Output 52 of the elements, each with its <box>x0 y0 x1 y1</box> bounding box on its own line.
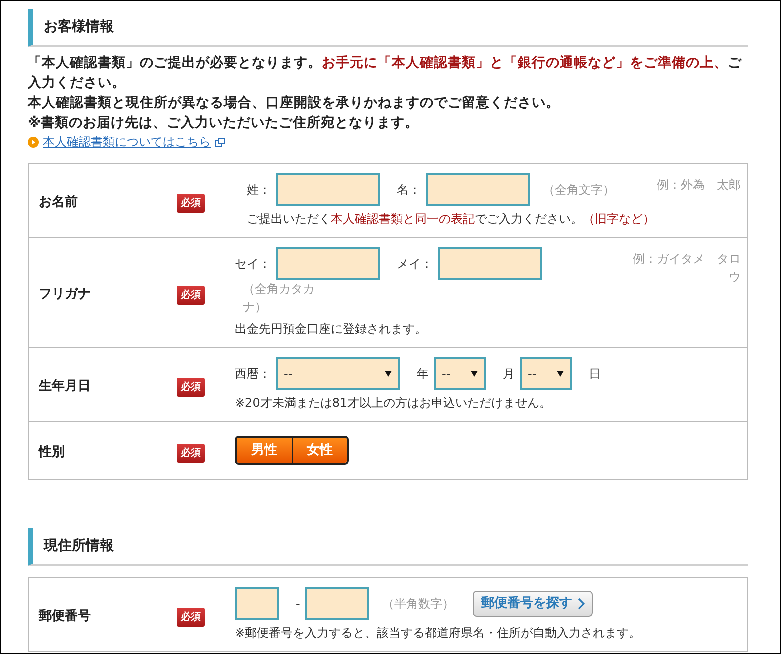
required-badge: 必須 <box>177 378 205 396</box>
required-badge: 必須 <box>177 444 205 462</box>
gender-button[interactable]: 女性 <box>292 438 347 463</box>
text-input[interactable] <box>438 247 542 280</box>
format-hint: （全角カタカナ） <box>243 281 316 316</box>
format-hint: （半角数字） <box>382 596 454 612</box>
help-link[interactable]: 本人確認書類についてはこちら <box>43 133 211 151</box>
text-input[interactable] <box>276 247 380 280</box>
dropdown-arrow-icon <box>385 370 392 376</box>
dropdown-arrow-icon <box>557 370 564 376</box>
note-text: ※郵便番号を入力すると、該当する都道府県名・住所が自動入力されます。 <box>235 625 642 642</box>
chevron-right-icon <box>578 598 586 610</box>
field-caption: メイ： <box>397 256 433 272</box>
intro-text: 本人確認書類と現住所が異なる場合、口座開設を承りかねますのでご留意ください。 <box>28 94 561 113</box>
required-badge: 必須 <box>177 608 205 626</box>
field-caption: 月 <box>503 366 515 382</box>
note-text: ※20才未満または81才以上の方はお申込いただけません。 <box>235 395 552 412</box>
field-caption: - <box>296 596 300 612</box>
search-postal-button[interactable]: 郵便番号を探す <box>473 590 594 616</box>
field-label: 生年月日 <box>39 378 91 394</box>
field-caption: 年 <box>417 366 429 382</box>
field-caption: 日 <box>589 366 601 382</box>
example-text: 例：外為 太郎 <box>656 177 741 194</box>
section-title: 現住所情報 <box>44 536 114 556</box>
field-caption: 名： <box>397 182 421 198</box>
field-label: フリガナ <box>39 286 91 302</box>
external-link-icon <box>215 138 225 146</box>
dropdown[interactable]: -- <box>434 357 486 390</box>
example-text: 例：ガイタメ タロウ <box>633 251 741 286</box>
format-hint: （全角文字） <box>543 182 615 198</box>
field-label: お名前 <box>39 194 78 210</box>
dropdown[interactable]: -- <box>276 357 400 390</box>
field-label: 郵便番号 <box>39 608 91 624</box>
text-input[interactable] <box>235 587 279 620</box>
note-text: 出金先円預金口座に登録されます。 <box>235 321 427 338</box>
note-text: ご提出いただく 本人確認書類と同一の表記でご入力ください。（旧字など） <box>247 211 655 228</box>
dropdown[interactable]: -- <box>520 357 572 390</box>
text-input[interactable] <box>426 173 530 206</box>
gender-button[interactable]: 男性 <box>237 438 292 463</box>
field-label: 性別 <box>39 444 65 460</box>
required-badge: 必須 <box>177 194 205 212</box>
required-badge: 必須 <box>177 286 205 304</box>
intro-text: ※書類のお届け先は、ご入力いただいたご住所宛となります。 <box>28 114 420 133</box>
section-title: お客様情報 <box>44 18 114 36</box>
dropdown-arrow-icon <box>471 370 478 376</box>
text-input[interactable] <box>276 173 380 206</box>
intro-text: 「本人確認書類」のご提出が必要となります。お手元に「本人確認書類」と「銀行の通帳など」をご準備の上、ご入力ください。 <box>28 54 743 93</box>
field-caption: 姓： <box>247 182 271 198</box>
field-caption: 西暦： <box>235 366 271 382</box>
field-caption: セイ： <box>235 256 271 272</box>
arrow-circle-icon <box>28 136 39 148</box>
text-input[interactable] <box>305 587 370 620</box>
